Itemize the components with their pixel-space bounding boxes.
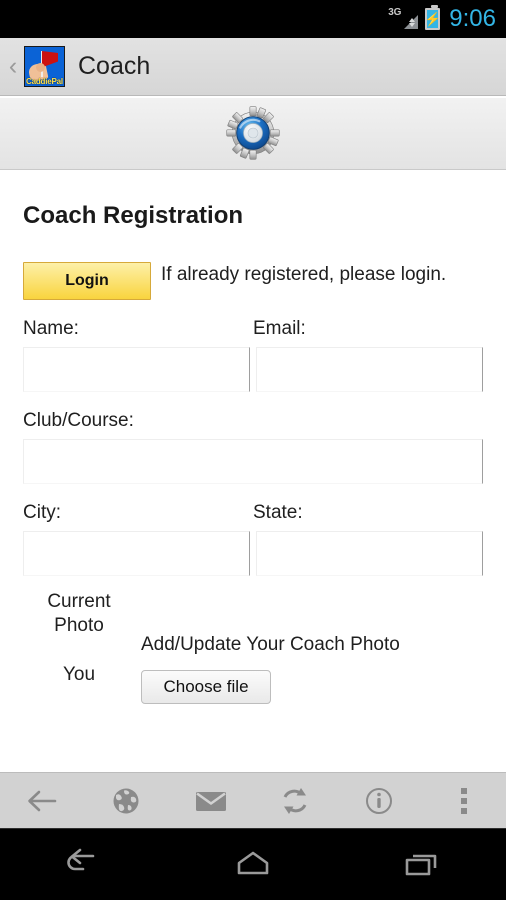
nav-recents[interactable] xyxy=(337,828,506,900)
app-brand-label: CaddiePal xyxy=(26,77,63,86)
toolbar-refresh[interactable] xyxy=(253,773,337,829)
label-name: Name: xyxy=(23,318,79,339)
current-photo-label-line2: Photo xyxy=(54,615,104,637)
charging-bolt-glyph: ⚡ xyxy=(424,11,441,27)
nav-back[interactable] xyxy=(0,828,169,900)
state-input[interactable] xyxy=(256,531,483,576)
login-button[interactable]: Login xyxy=(23,262,151,300)
photo-upload-caption: Add/Update Your Coach Photo xyxy=(141,634,400,655)
mail-icon xyxy=(195,791,226,811)
club-course-label-row: Club/Course: xyxy=(23,410,483,432)
label-email: Email: xyxy=(253,318,306,339)
label-state: State: xyxy=(253,502,303,523)
toolbar-bookmarks[interactable] xyxy=(84,773,168,829)
status-bar: 3G ⚡ 9:06 xyxy=(0,0,506,38)
name-email-labels: Name: Email: xyxy=(23,318,483,340)
name-input[interactable] xyxy=(23,347,250,392)
choose-file-button[interactable]: Choose file xyxy=(141,670,271,704)
club-course-input[interactable] xyxy=(23,439,483,484)
coach-photo-section: Current Photo You Add/Update Your Coach … xyxy=(23,590,483,704)
page-title: Coach xyxy=(78,52,151,80)
action-bar: ‹ CaddiePal Coach xyxy=(0,38,506,96)
toolbar-info[interactable] xyxy=(337,773,421,829)
login-row: Login If already registered, please logi… xyxy=(23,262,483,300)
toolbar-mail[interactable] xyxy=(169,773,253,829)
nav-back-icon xyxy=(67,848,95,871)
signal-3g-icon: 3G xyxy=(388,7,419,31)
globe-icon xyxy=(113,788,139,813)
overflow-menu-icon xyxy=(460,787,467,814)
status-bar-right: 3G ⚡ 9:06 xyxy=(388,5,496,32)
phone-screen: 3G ⚡ 9:06 ‹ CaddiePal Coach Coach Regist… xyxy=(0,0,506,900)
gear-icon xyxy=(226,106,280,160)
email-input[interactable] xyxy=(256,347,483,392)
back-chevron-icon[interactable]: ‹ xyxy=(2,54,24,79)
city-input[interactable] xyxy=(23,531,250,576)
toolbar-back[interactable] xyxy=(0,773,84,829)
name-email-inputs xyxy=(23,340,483,392)
network-type-label: 3G xyxy=(388,7,402,18)
nav-recents-icon xyxy=(405,854,436,876)
city-state-inputs xyxy=(23,524,483,576)
toolbar-menu[interactable] xyxy=(422,773,506,829)
photo-upload-group: Add/Update Your Coach Photo Choose file xyxy=(135,590,483,704)
label-city: City: xyxy=(23,502,61,523)
back-arrow-icon xyxy=(28,790,57,811)
status-bar-clock: 9:06 xyxy=(449,5,496,32)
nav-home-icon xyxy=(237,851,269,875)
caddiepal-app-icon[interactable]: CaddiePal xyxy=(24,46,65,87)
thumb-shape xyxy=(36,63,45,72)
current-photo-label-line1: Current xyxy=(47,591,111,612)
registration-form: Coach Registration Login If already regi… xyxy=(0,202,506,704)
city-state-labels: City: State: xyxy=(23,502,483,524)
data-activity-arrows-icon xyxy=(408,17,416,28)
web-content: Coach Registration Login If already regi… xyxy=(0,97,506,772)
nav-home[interactable] xyxy=(169,828,338,900)
current-photo-label-group: Current Photo You xyxy=(23,590,135,704)
form-heading: Coach Registration xyxy=(23,202,244,229)
system-nav-bar xyxy=(0,828,506,900)
browser-toolbar xyxy=(0,772,506,828)
battery-charging-icon: ⚡ xyxy=(424,5,441,30)
refresh-icon xyxy=(283,787,307,814)
current-photo-you-label: You xyxy=(62,663,96,685)
site-banner xyxy=(0,97,506,170)
login-note: If already registered, please login. xyxy=(161,264,447,285)
label-club-course: Club/Course: xyxy=(23,410,134,431)
info-icon xyxy=(366,787,393,814)
